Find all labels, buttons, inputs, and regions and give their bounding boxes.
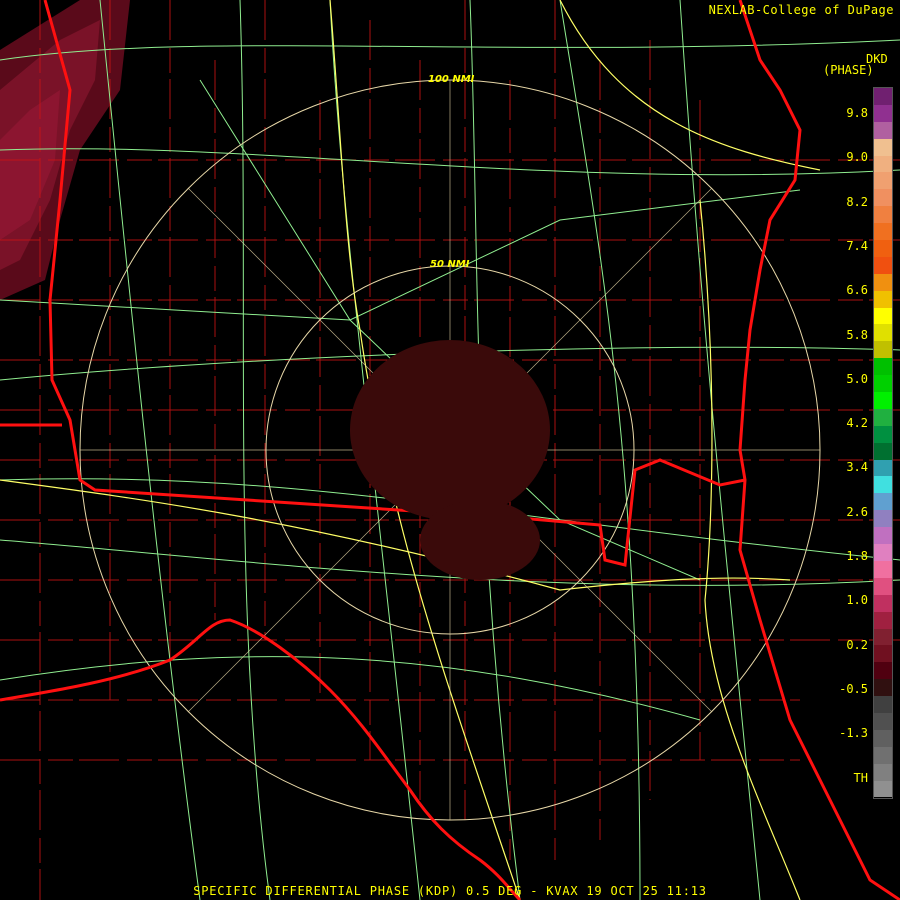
ring-label-100: 100 NMI <box>428 74 475 85</box>
credit-label: NEXLAB-College of DuPage <box>708 3 894 17</box>
scale-tick-label: TH <box>853 770 868 785</box>
scale-swatch <box>874 138 892 156</box>
scale-swatch <box>874 240 892 257</box>
scale-swatch <box>874 577 892 595</box>
scale-swatch <box>874 729 892 747</box>
scale-tick-label: 5.0 <box>846 371 868 386</box>
scale-swatch <box>874 527 892 545</box>
scale-tick-label: 7.4 <box>846 238 868 253</box>
scale-swatch <box>874 358 892 376</box>
scale-tick-label: 3.4 <box>846 460 868 475</box>
scale-swatch <box>874 746 892 764</box>
scale-swatch <box>874 256 892 274</box>
scale-swatch <box>874 763 892 781</box>
scale-swatch <box>874 611 892 629</box>
scale-swatch <box>874 645 892 663</box>
scale-swatch <box>874 662 892 680</box>
scale-tick-label: 2.6 <box>846 504 868 519</box>
scale-tick-label: 9.0 <box>846 150 868 165</box>
scale-swatch <box>874 307 892 325</box>
scale-tick-label: 8.2 <box>846 194 868 209</box>
scale-tick-label: 9.8 <box>846 106 868 120</box>
scale-swatch <box>874 696 892 713</box>
scale-swatch <box>874 628 892 646</box>
scale-swatch <box>874 560 892 578</box>
scale-tick-label: 0.2 <box>846 637 868 652</box>
scale-tick-label: -1.3 <box>839 726 868 741</box>
scale-swatch <box>874 780 892 798</box>
scale-swatch <box>874 121 892 139</box>
scale-swatch <box>874 442 892 460</box>
radar-map <box>0 0 900 900</box>
scale-swatch <box>874 392 892 409</box>
scale-swatch <box>874 476 892 494</box>
scale-tick-label: 6.6 <box>846 283 868 298</box>
scale-swatch <box>874 544 892 561</box>
scale-swatch <box>874 408 892 426</box>
scale-tick-label: -0.5 <box>839 681 868 696</box>
scale-swatch <box>874 493 892 511</box>
scale-swatch <box>874 290 892 308</box>
scale-swatch <box>874 375 892 393</box>
scale-swatch <box>874 679 892 697</box>
scale-tick-label: 5.8 <box>846 327 868 342</box>
scale-tick-label: 1.0 <box>846 593 868 608</box>
scale-swatch <box>874 712 892 730</box>
unit-sublabel: (PHASE) <box>823 63 874 77</box>
scale-tick-label: 4.2 <box>846 416 868 431</box>
scale-swatch <box>874 189 892 207</box>
scale-swatch <box>874 324 892 342</box>
scale-swatch <box>874 273 892 291</box>
ring-label-50: 50 NMI <box>430 259 470 270</box>
product-caption: SPECIFIC DIFFERENTIAL PHASE (KDP) 0.5 DE… <box>193 884 707 898</box>
scale-swatch <box>874 206 892 224</box>
scale-swatch <box>874 341 892 359</box>
scale-swatch <box>874 459 892 477</box>
scale-swatch <box>874 88 892 105</box>
scale-tick-label: 1.8 <box>846 549 868 563</box>
scale-swatch <box>874 594 892 612</box>
scale-swatch <box>874 510 892 528</box>
scale-swatch <box>874 104 892 122</box>
scale-swatch <box>874 172 892 190</box>
scale-swatch <box>874 425 892 443</box>
scale-swatch <box>874 155 892 173</box>
scale-swatch <box>874 223 892 241</box>
color-scale-bar <box>873 87 893 799</box>
